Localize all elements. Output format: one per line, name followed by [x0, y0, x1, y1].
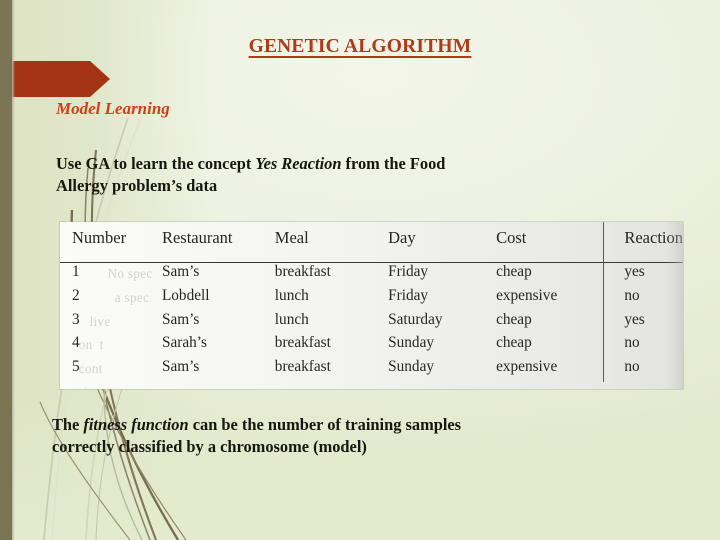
cell-cost: expensive [496, 286, 558, 304]
training-data-table-figure: No spec a spec live on t cont rti Number… [60, 222, 683, 389]
table-row: 2 Lobdell lunch Friday expensive no [60, 286, 683, 311]
background-bottom-wash [0, 390, 720, 540]
cell-number: 4 [72, 334, 80, 352]
intro-emphasis: Yes Reaction [255, 154, 342, 173]
cell-meal: breakfast [274, 334, 331, 352]
training-data-table: Number Restaurant Meal Day Cost Reaction… [60, 222, 683, 382]
table-header-day: Day [388, 222, 497, 263]
cell-day: Friday [388, 263, 429, 280]
table-row: 4 Sarah’s breakfast Sunday cheap no [60, 334, 683, 359]
cell-restaurant: Sarah’s [161, 334, 207, 352]
table-row: 1 Sam’s breakfast Friday cheap yes [60, 262, 683, 287]
cell-day: Sunday [388, 334, 435, 352]
fitness-paragraph-line-2: correctly classified by a chromosome (mo… [52, 436, 367, 456]
fitness-emphasis: fitness function [83, 415, 189, 434]
cell-day: Friday [388, 286, 429, 304]
left-olive-bar [0, 0, 12, 540]
page-title: GENETIC ALGORITHM [248, 36, 472, 57]
arrow-banner-icon [0, 61, 110, 97]
cell-number: 5 [72, 358, 80, 376]
cell-restaurant: Sam’s [161, 263, 200, 280]
table-header-row: Number Restaurant Meal Day Cost Reaction [60, 222, 683, 263]
cell-meal: lunch [274, 310, 309, 328]
left-olive-bar-highlight [12, 0, 15, 540]
intro-paragraph-line-2: Allergy problem’s data [56, 175, 218, 195]
cell-restaurant: Sam’s [161, 358, 200, 376]
cell-cost: cheap [496, 310, 532, 328]
intro-text-a: Use GA to learn the concept [56, 154, 256, 173]
fitness-text-a: The [52, 415, 84, 434]
table-header-restaurant: Restaurant [161, 222, 275, 263]
table-row: 3 Sam’s lunch Saturday cheap yes [60, 310, 683, 335]
table-header-meal: Meal [274, 222, 389, 263]
scan-right-crop-shade [667, 222, 683, 389]
table-row: 5 Sam’s breakfast Sunday expensive no [60, 358, 683, 382]
fitness-text-b: can be the number of training samples [188, 415, 462, 434]
fitness-paragraph-line-1: The fitness function can be the number o… [52, 414, 679, 436]
table-header-number: Number [60, 222, 162, 263]
cell-restaurant: Lobdell [161, 286, 210, 304]
cell-number: 2 [72, 286, 80, 304]
cell-meal: lunch [274, 286, 309, 304]
slide-canvas: GENETIC ALGORITHM Model Learning Use GA … [0, 0, 720, 540]
intro-paragraph: Use GA to learn the concept Yes Reaction… [56, 153, 680, 196]
table-header-cost: Cost [496, 222, 604, 263]
cell-number: 1 [72, 263, 80, 280]
cell-restaurant: Sam’s [161, 310, 200, 328]
cell-cost: cheap [496, 334, 532, 352]
cell-cost: expensive [496, 358, 558, 376]
cell-meal: breakfast [274, 358, 331, 376]
cell-day: Saturday [388, 310, 443, 328]
cell-meal: breakfast [274, 263, 331, 280]
cell-cost: cheap [496, 263, 532, 280]
cell-day: Sunday [388, 358, 435, 376]
cell-number: 3 [72, 310, 80, 328]
section-heading: Model Learning [56, 99, 170, 118]
intro-paragraph-line-1: Use GA to learn the concept Yes Reaction… [56, 153, 680, 175]
fitness-function-paragraph: The fitness function can be the number o… [52, 414, 679, 457]
intro-text-b: from the Food [341, 154, 446, 173]
table-body: 1 Sam’s breakfast Friday cheap yes 2 Lob… [60, 262, 683, 382]
